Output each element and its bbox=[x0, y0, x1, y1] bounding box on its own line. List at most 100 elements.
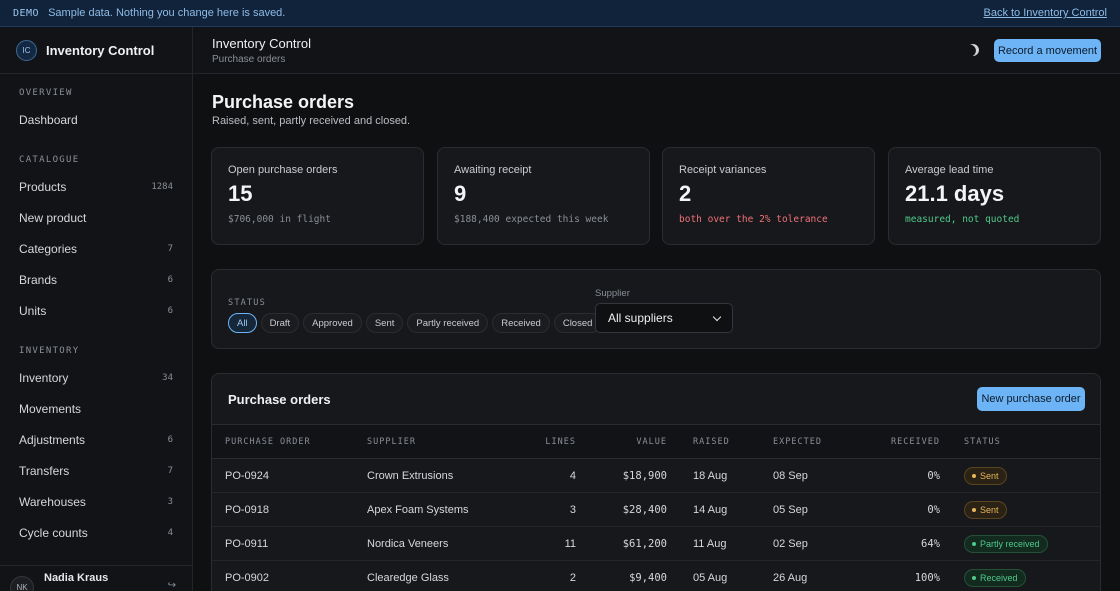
sidebar-item-movements[interactable]: Movements bbox=[0, 394, 192, 424]
cell-expected: 02 Sep bbox=[773, 538, 808, 550]
user-menu[interactable]: NK Nadia Kraus ↪ bbox=[0, 565, 192, 591]
cell-raised: 14 Aug bbox=[693, 504, 728, 516]
sidebar-item-new-product[interactable]: New product bbox=[0, 203, 192, 233]
new-purchase-order-button[interactable]: New purchase order bbox=[977, 387, 1085, 411]
sidebar-item-label: Dashboard bbox=[19, 113, 78, 127]
column-header-expected[interactable]: EXPECTED bbox=[773, 437, 822, 447]
brand[interactable]: IC Inventory Control bbox=[0, 27, 192, 74]
cell-lines: 11 bbox=[564, 538, 576, 550]
cell-received: 100% bbox=[914, 572, 940, 584]
topbar-breadcrumb: Purchase orders bbox=[212, 54, 286, 65]
record-movement-button[interactable]: Record a movement bbox=[994, 39, 1101, 62]
kpi-label: Open purchase orders bbox=[228, 164, 338, 176]
cell-supplier: Apex Foam Systems bbox=[367, 504, 469, 516]
cell-expected: 08 Sep bbox=[773, 470, 808, 482]
status-badge-label: Partly received bbox=[980, 539, 1040, 549]
cell-received: 0% bbox=[927, 504, 940, 516]
demo-message: Sample data. Nothing you change here is … bbox=[48, 7, 286, 19]
topbar-title: Inventory Control bbox=[212, 36, 311, 51]
chip-approved[interactable]: Approved bbox=[303, 313, 362, 333]
kpi-value: 21.1 days bbox=[905, 181, 1005, 206]
sidebar-item-units[interactable]: Units 6 bbox=[0, 296, 192, 326]
sidebar-item-categories[interactable]: Categories 7 bbox=[0, 234, 192, 264]
back-to-inventory-link[interactable]: Back to Inventory Control bbox=[983, 7, 1107, 19]
cell-supplier: Crown Extrusions bbox=[367, 470, 454, 482]
kpi-open-orders: Open purchase orders 15 $706,000 in flig… bbox=[211, 147, 424, 245]
user-name: Nadia Kraus bbox=[44, 571, 109, 584]
kpi-note: both over the 2% tolerance bbox=[679, 214, 828, 225]
column-header-value[interactable]: VALUE bbox=[592, 437, 667, 447]
status-dot-icon bbox=[972, 576, 976, 580]
table-row[interactable]: PO-0911 Nordica Veneers 11 $61,200 11 Au… bbox=[212, 527, 1100, 561]
sidebar-item-label: Movements bbox=[19, 402, 82, 416]
page-title: Purchase orders bbox=[212, 92, 355, 112]
kpi-label: Average lead time bbox=[905, 164, 994, 176]
sidebar-item-label: Warehouses bbox=[19, 495, 86, 509]
sidebar-item-count: 6 bbox=[167, 306, 173, 316]
sidebar-item-cycle-counts[interactable]: Cycle counts 4 bbox=[0, 518, 192, 548]
sidebar-item-count: 4 bbox=[167, 528, 173, 538]
sidebar-item-transfers[interactable]: Transfers 7 bbox=[0, 456, 192, 486]
theme-toggle-moon-icon[interactable] bbox=[965, 42, 981, 58]
status-badge: Sent bbox=[964, 467, 1007, 485]
brand-name: Inventory Control bbox=[46, 42, 155, 58]
sidebar-item-adjustments[interactable]: Adjustments 6 bbox=[0, 425, 192, 455]
cell-supplier: Nordica Veneers bbox=[367, 538, 449, 550]
kpi-label: Receipt variances bbox=[679, 164, 767, 176]
sidebar-item-inventory[interactable]: Inventory 34 bbox=[0, 363, 192, 393]
column-header-raised[interactable]: RAISED bbox=[693, 437, 730, 447]
kpi-receipt-variances: Receipt variances 2 both over the 2% tol… bbox=[662, 147, 875, 245]
column-header-supplier[interactable]: SUPPLIER bbox=[367, 437, 416, 447]
cell-lines: 4 bbox=[569, 470, 576, 482]
chip-sent[interactable]: Sent bbox=[365, 313, 404, 333]
kpi-note: $188,400 expected this week bbox=[454, 214, 609, 225]
section-overview: OVERVIEW bbox=[19, 88, 73, 98]
chip-received[interactable]: Received bbox=[492, 313, 550, 333]
cell-value: $9,400 bbox=[629, 572, 667, 584]
cell-supplier: Clearedge Glass bbox=[367, 572, 449, 584]
kpi-value: 2 bbox=[679, 181, 692, 206]
kpi-label: Awaiting receipt bbox=[454, 164, 532, 176]
table-row[interactable]: PO-0902 Clearedge Glass 2 $9,400 05 Aug … bbox=[212, 561, 1100, 591]
status-dot-icon bbox=[972, 542, 976, 546]
status-dot-icon bbox=[972, 474, 976, 478]
sidebar-item-count: 6 bbox=[167, 275, 173, 285]
topbar: Inventory Control Purchase orders Record… bbox=[193, 27, 1120, 74]
status-badge-label: Received bbox=[980, 573, 1018, 583]
supplier-filter-label: Supplier bbox=[595, 288, 630, 299]
purchase-orders-table-card: Purchase orders New purchase order PURCH… bbox=[211, 373, 1101, 591]
column-header-received[interactable]: RECEIVED bbox=[852, 437, 940, 447]
column-header-purchase-order[interactable]: PURCHASE ORDER bbox=[225, 437, 311, 447]
sidebar-item-label: Transfers bbox=[19, 464, 70, 478]
section-inventory: INVENTORY bbox=[19, 346, 80, 356]
column-header-lines[interactable]: LINES bbox=[512, 437, 576, 447]
sidebar-item-dashboard[interactable]: Dashboard bbox=[0, 105, 192, 135]
sidebar-item-label: Products bbox=[19, 180, 67, 194]
supplier-select[interactable]: All suppliers bbox=[595, 303, 733, 333]
status-badge: Sent bbox=[964, 501, 1007, 519]
sidebar-item-label: Categories bbox=[19, 242, 78, 256]
cell-po: PO-0924 bbox=[225, 470, 270, 482]
demo-tag: DEMO bbox=[13, 7, 40, 19]
chip-all[interactable]: All bbox=[228, 313, 257, 333]
status-badge: Partly received bbox=[964, 535, 1048, 553]
sidebar-item-count: 1284 bbox=[151, 182, 173, 192]
section-catalogue: CATALOGUE bbox=[19, 155, 80, 165]
sidebar: IC Inventory Control OVERVIEW Dashboard … bbox=[0, 27, 193, 591]
status-badge: Received bbox=[964, 569, 1026, 587]
column-header-status[interactable]: STATUS bbox=[964, 437, 1001, 447]
cell-po: PO-0918 bbox=[225, 504, 270, 516]
sign-out-icon[interactable]: ↪ bbox=[168, 580, 176, 591]
sidebar-item-warehouses[interactable]: Warehouses 3 bbox=[0, 487, 192, 517]
sidebar-item-brands[interactable]: Brands 6 bbox=[0, 265, 192, 295]
sidebar-item-label: Inventory bbox=[19, 371, 69, 385]
sidebar-item-products[interactable]: Products 1284 bbox=[0, 172, 192, 202]
avatar: NK bbox=[10, 575, 34, 591]
table-row[interactable]: PO-0918 Apex Foam Systems 3 $28,400 14 A… bbox=[212, 493, 1100, 527]
table-row[interactable]: PO-0924 Crown Extrusions 4 $18,900 18 Au… bbox=[212, 459, 1100, 493]
cell-raised: 18 Aug bbox=[693, 470, 728, 482]
status-dot-icon bbox=[972, 508, 976, 512]
chip-partly-received[interactable]: Partly received bbox=[407, 313, 489, 333]
kpi-value: 15 bbox=[228, 181, 253, 206]
chip-draft[interactable]: Draft bbox=[260, 313, 300, 333]
